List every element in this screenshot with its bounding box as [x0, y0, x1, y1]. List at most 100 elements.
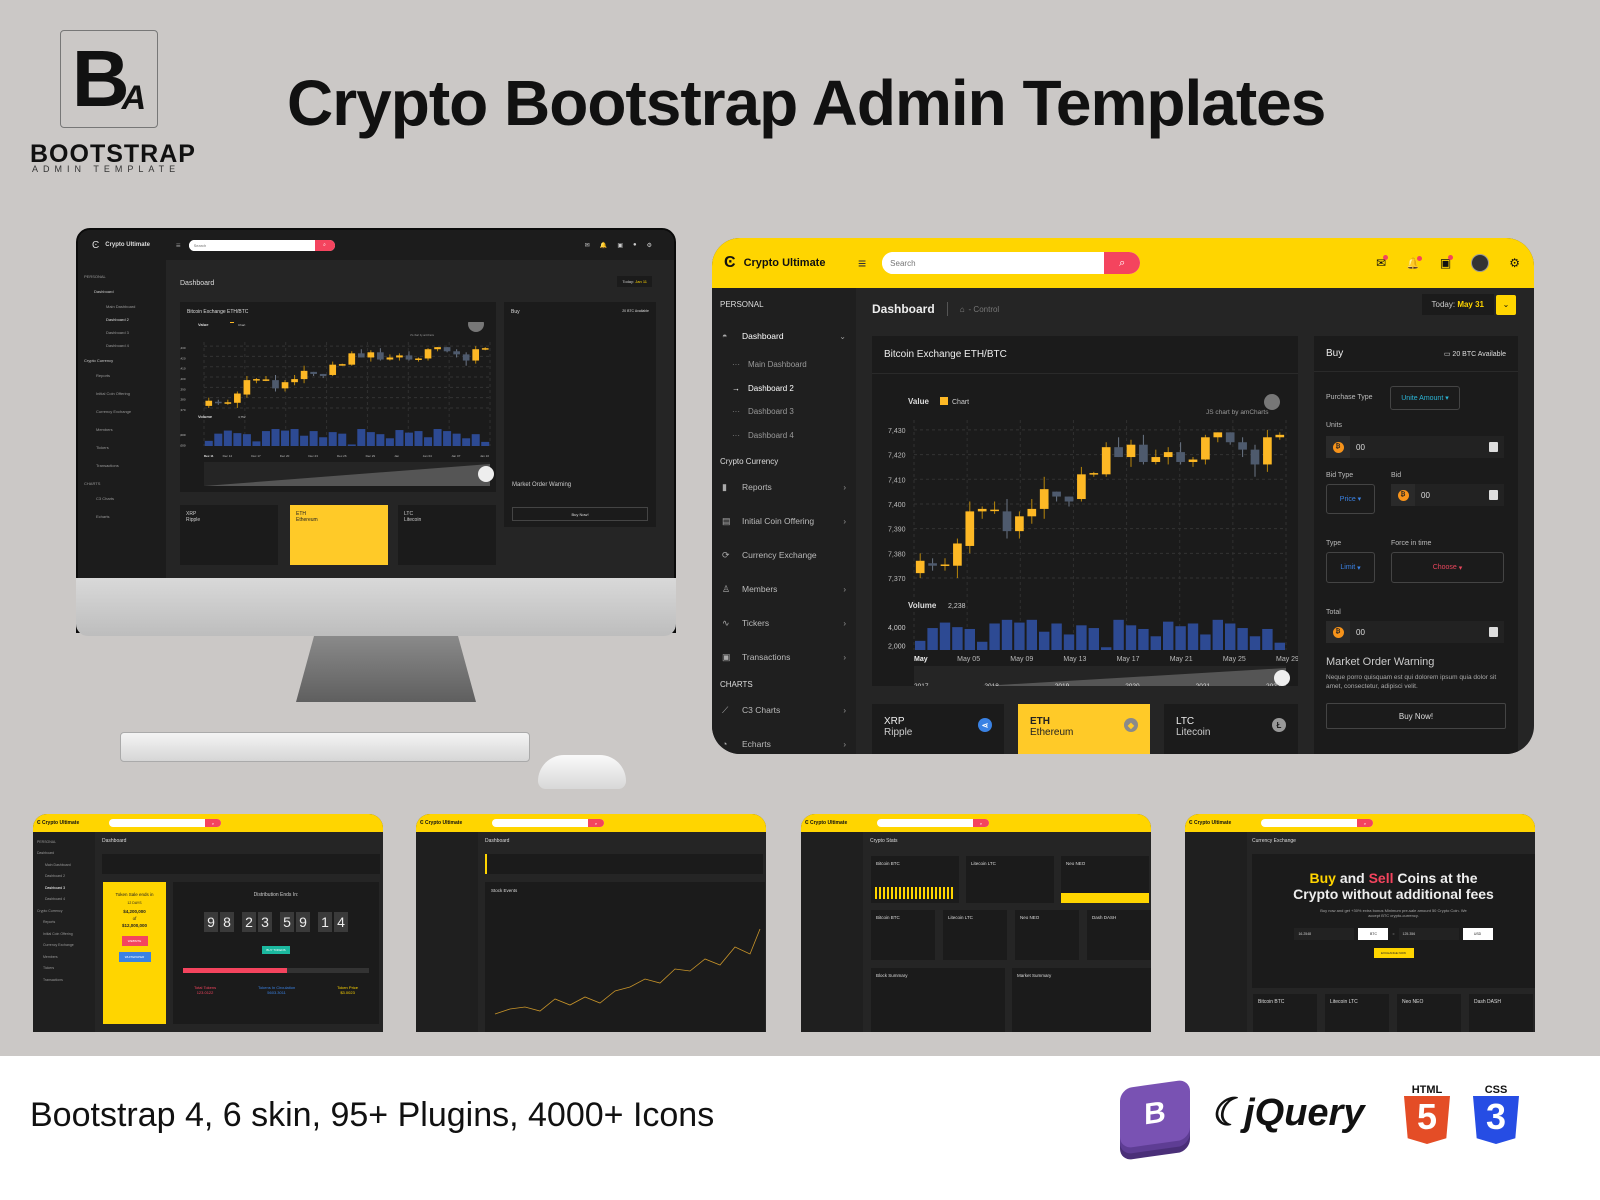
breadcrumb: - Control — [968, 304, 1000, 314]
search-input[interactable] — [882, 252, 1105, 274]
search-icon[interactable]: ⌕ — [1104, 252, 1141, 274]
home-icon[interactable]: ⌂ — [960, 305, 965, 314]
candle — [424, 349, 432, 359]
legend-swatch — [230, 322, 234, 323]
sidebar-header-personal: PERSONAL — [720, 300, 764, 309]
sidebar-item[interactable]: Transactions — [84, 463, 160, 468]
candle — [481, 348, 489, 350]
bell-icon[interactable]: 🔔 — [1406, 255, 1422, 270]
search-icon[interactable]: ⌕ — [314, 239, 335, 251]
buy-now-button[interactable]: Buy Now! — [512, 507, 648, 521]
page-title: Dashboard — [485, 838, 510, 844]
from-amount-input[interactable]: 16.2548 — [1294, 928, 1355, 940]
whitepaper-button[interactable]: WHITEPAPER — [118, 952, 151, 962]
gear-icon[interactable]: ⚙ — [647, 242, 652, 249]
search-input[interactable] — [188, 239, 315, 251]
sidebar-subitem[interactable]: Dashboard 3 — [84, 330, 160, 335]
sidebar-subitem[interactable]: Dashboard 4 — [84, 343, 160, 348]
search-bar[interactable]: ⌕ — [882, 252, 1141, 274]
exchange-now-button[interactable]: EXCHANGE NOW — [1373, 948, 1414, 958]
app-title: Crypto Ultimate — [42, 820, 80, 826]
purchase-type-dropdown[interactable]: Unite Amount ▾ — [1390, 386, 1460, 410]
volume-bar — [309, 431, 318, 446]
coin-card-eth[interactable]: ETH Ethereum ◆ — [1018, 704, 1150, 754]
volume-bar — [319, 437, 328, 446]
menu-toggle-icon[interactable]: ≡ — [858, 255, 866, 271]
sidebar-item-c3-charts[interactable]: ⟋ C3 Charts › — [712, 693, 856, 727]
sidebar-item[interactable]: Initial Coin Offering — [84, 391, 160, 396]
search-icon[interactable]: ⌕ — [588, 819, 604, 827]
volume-bar — [328, 432, 337, 446]
gift-icon[interactable]: ▣ — [617, 242, 623, 249]
sidebar-item[interactable]: Currency Exchange — [84, 409, 160, 414]
to-amount-input[interactable]: 125.356 — [1398, 928, 1459, 940]
force-in-time-dropdown[interactable]: Choose ▾ — [1391, 552, 1504, 583]
gift-icon[interactable]: ▣ — [1440, 255, 1454, 270]
gear-icon[interactable]: ⚙ — [1509, 256, 1520, 270]
sidebar-item-ico[interactable]: ▤ Initial Coin Offering › — [712, 504, 856, 538]
buy-tokens-button[interactable]: BUY TOKENS — [262, 946, 290, 954]
sidebar-item-members[interactable]: ♙ Members › — [712, 572, 856, 606]
search-bar[interactable]: ⌕ — [492, 819, 604, 827]
countdown-digit: 2 — [242, 912, 256, 932]
avatar[interactable] — [1471, 254, 1490, 272]
sidebar-item-currency-exchange[interactable]: ⟳ Currency Exchange — [712, 538, 856, 572]
sidebar-item[interactable]: Echarts — [84, 514, 160, 519]
from-currency-select[interactable]: BTC — [1358, 928, 1389, 940]
y-tick-label: 7,420 — [180, 356, 186, 360]
candle — [348, 353, 356, 365]
stock-events-card: Stock Events — [485, 882, 765, 1032]
search-bar[interactable]: ⌕ — [877, 819, 989, 827]
search-icon[interactable]: ⌕ — [1357, 819, 1373, 827]
sidebar-subitem-dashboard-3[interactable]: ··· Dashboard 3 — [712, 400, 856, 424]
search-bar[interactable]: ⌕ — [1261, 819, 1373, 827]
coin-card-ltc[interactable]: LTC Litecoin Ł — [1164, 704, 1298, 754]
candle — [205, 400, 213, 406]
sidebar-item[interactable]: Members — [84, 427, 160, 432]
search-bar[interactable]: ⌕ — [109, 819, 221, 827]
sidebar-subitem-main-dashboard[interactable]: ··· Main Dashboard — [712, 353, 856, 377]
sidebar-subitem[interactable]: Dashboard 2 — [84, 317, 160, 322]
units-input[interactable]: ₿ 00 — [1326, 436, 1504, 458]
sidebar-item[interactable]: Reports — [84, 373, 160, 378]
spinner-icon[interactable] — [1489, 490, 1498, 500]
buy-now-button[interactable]: Buy Now! — [1326, 703, 1506, 729]
spinner-icon[interactable] — [1489, 627, 1498, 637]
total-input[interactable]: ₿ 00 — [1326, 621, 1504, 643]
bid-type-dropdown[interactable]: Price ▾ — [1326, 484, 1375, 514]
to-currency-select[interactable]: USD — [1462, 928, 1493, 940]
sidebar-item-dashboard[interactable]: ◓ Dashboard ⌄ — [712, 319, 856, 353]
sidebar-subitem[interactable]: Main Dashboard — [84, 304, 160, 309]
sidebar-item[interactable]: Tickers — [84, 445, 160, 450]
volume-tick-label: 4,000 — [180, 433, 186, 437]
spinner-icon[interactable] — [1489, 442, 1498, 452]
sidebar-item[interactable]: C3 Charts — [84, 496, 160, 501]
countdown-digit: 8 — [220, 912, 234, 932]
menu-toggle-icon[interactable]: ≡ — [176, 241, 181, 250]
date-picker-button[interactable]: ⌄ — [1496, 294, 1516, 315]
mail-icon[interactable]: ✉ — [1376, 255, 1389, 270]
sidebar-item-reports[interactable]: ▮ Reports › — [712, 470, 856, 504]
type-dropdown[interactable]: Limit ▾ — [1326, 552, 1375, 583]
sidebar-item-echarts[interactable]: ◔ Echarts › — [712, 727, 856, 754]
website-button[interactable]: WEBSITE — [121, 936, 148, 946]
sidebar-subitem-dashboard-4[interactable]: ··· Dashboard 4 — [712, 424, 856, 448]
x-tick-label: Dec 14 — [223, 454, 233, 458]
bid-input[interactable]: ₿ 00 — [1391, 484, 1504, 506]
coin-card-xrp[interactable]: XRP Ripple ⋖ — [872, 704, 1004, 754]
sidebar-item-transactions[interactable]: ▣ Transactions › — [712, 640, 856, 674]
chevron-right-icon: › — [843, 739, 846, 749]
mail-icon[interactable]: ✉ — [585, 242, 590, 249]
sidebar-subitem-dashboard-2[interactable]: → Dashboard 2 — [712, 377, 856, 401]
bell-icon[interactable]: 🔔 — [600, 242, 607, 249]
sidebar-item-tickers[interactable]: ∿ Tickers › — [712, 606, 856, 640]
countdown-digit: 5 — [280, 912, 294, 932]
search-bar[interactable]: ⌕ — [188, 239, 335, 251]
app-brand[interactable]: Ͼ Crypto Ultimate — [712, 238, 852, 288]
type-label: Type — [1326, 540, 1342, 547]
sidebar-item-dashboard[interactable]: Dashboard — [84, 289, 160, 294]
search-icon[interactable]: ⌕ — [973, 819, 989, 827]
search-icon[interactable]: ⌕ — [205, 819, 221, 827]
x-tick-label: Dec 26 — [337, 454, 347, 458]
avatar[interactable]: ● — [633, 242, 637, 249]
